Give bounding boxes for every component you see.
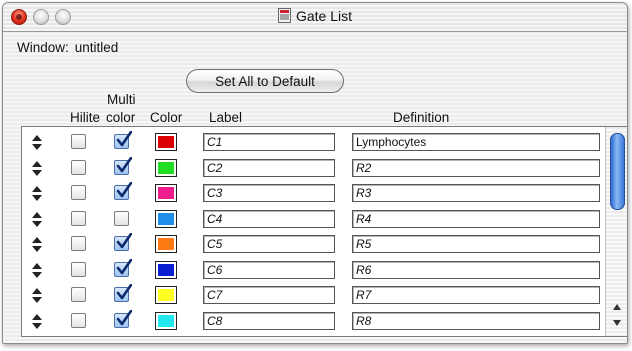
multicolor-checkbox[interactable] xyxy=(114,309,132,328)
label-field[interactable]: C1 xyxy=(203,133,335,151)
color-swatch[interactable] xyxy=(155,286,177,304)
hilite-checkbox[interactable] xyxy=(71,312,86,328)
color-swatch[interactable] xyxy=(155,209,177,228)
window-info-value: untitled xyxy=(74,40,119,55)
table-row: C3 R3 xyxy=(22,181,602,205)
definition-field[interactable]: R7 xyxy=(352,286,600,304)
definition-field[interactable]: Lymphocytes xyxy=(352,133,600,151)
scroll-down-arrow-icon[interactable] xyxy=(612,319,622,327)
hilite-checkbox[interactable] xyxy=(71,236,86,251)
header-color: Color xyxy=(150,110,183,125)
label-field[interactable]: C7 xyxy=(203,286,335,304)
checkmark-icon xyxy=(116,131,132,147)
window-title: Gate List xyxy=(295,8,353,24)
set-all-default-button[interactable]: Set All to Default xyxy=(186,69,344,93)
multicolor-checkbox[interactable] xyxy=(114,233,132,251)
multicolor-checkbox[interactable] xyxy=(114,258,132,277)
gate-table: C1 Lymphocytes C2 R2 C3 R3 C4 R4 C5 R5 C6 R6 C7 R7 C8 R… xyxy=(21,126,627,337)
hilite-checkbox[interactable] xyxy=(71,159,86,175)
checkmark-icon xyxy=(116,156,132,172)
header-label: Label xyxy=(209,110,243,125)
definition-field[interactable]: R2 xyxy=(352,158,600,177)
definition-field[interactable]: R4 xyxy=(352,209,600,228)
label-field[interactable]: C5 xyxy=(203,235,335,253)
label-field[interactable]: C2 xyxy=(203,158,335,177)
checkmark-icon xyxy=(116,309,132,325)
hilite-checkbox[interactable] xyxy=(71,261,86,277)
scroll-up-arrow-icon[interactable] xyxy=(612,303,622,311)
header-multi: Multi xyxy=(107,92,136,107)
gate-list-window: Gate List Window: untitled Set All to Def… xyxy=(2,2,628,344)
table-row: C6 R6 xyxy=(22,258,602,282)
up-down-arrow-icon[interactable] xyxy=(32,313,42,329)
multicolor-checkbox[interactable] xyxy=(114,182,132,200)
multicolor-checkbox[interactable] xyxy=(114,131,132,149)
table-row: C2 R2 xyxy=(22,156,602,180)
color-swatch[interactable] xyxy=(155,260,177,279)
header-hilite: Hilite xyxy=(70,110,101,125)
hilite-checkbox[interactable] xyxy=(71,134,86,149)
up-down-arrow-icon[interactable] xyxy=(32,186,42,201)
checkmark-icon xyxy=(116,233,132,249)
up-down-arrow-icon[interactable] xyxy=(32,211,42,227)
table-row: C7 R7 xyxy=(22,283,602,307)
label-field[interactable]: C4 xyxy=(203,209,335,228)
definition-field[interactable]: R8 xyxy=(352,311,600,330)
checkmark-icon xyxy=(116,182,132,198)
window-info-label: Window: xyxy=(17,40,69,55)
checkmark-icon xyxy=(116,258,132,274)
document-icon xyxy=(277,8,291,23)
title-bar[interactable]: Gate List xyxy=(3,3,627,32)
multicolor-checkbox[interactable] xyxy=(114,210,129,226)
color-swatch[interactable] xyxy=(155,311,177,330)
color-swatch[interactable] xyxy=(155,184,177,202)
color-swatch[interactable] xyxy=(155,133,177,151)
table-row: C8 R8 xyxy=(22,309,602,333)
up-down-arrow-icon[interactable] xyxy=(32,135,42,150)
table-row: C5 R5 xyxy=(22,232,602,256)
vertical-scrollbar[interactable] xyxy=(605,127,627,336)
label-field[interactable]: C8 xyxy=(203,311,335,330)
up-down-arrow-icon[interactable] xyxy=(32,160,42,176)
header-definition: Definition xyxy=(393,110,450,125)
checkmark-icon xyxy=(116,284,132,300)
color-swatch[interactable] xyxy=(155,158,177,177)
definition-field[interactable]: R6 xyxy=(352,260,600,279)
table-row: C1 Lymphocytes xyxy=(22,130,602,154)
definition-field[interactable]: R3 xyxy=(352,184,600,202)
label-field[interactable]: C6 xyxy=(203,260,335,279)
multicolor-checkbox[interactable] xyxy=(114,284,132,302)
up-down-arrow-icon[interactable] xyxy=(32,288,42,303)
scroll-thumb[interactable] xyxy=(610,133,625,210)
hilite-checkbox[interactable] xyxy=(71,185,86,200)
definition-field[interactable]: R5 xyxy=(352,235,600,253)
hilite-checkbox[interactable] xyxy=(71,210,86,226)
color-swatch[interactable] xyxy=(155,235,177,253)
hilite-checkbox[interactable] xyxy=(71,287,86,302)
window-title-group: Gate List xyxy=(3,8,627,24)
window-info: Window: untitled xyxy=(17,40,118,55)
multicolor-checkbox[interactable] xyxy=(114,156,132,175)
header-color-multi: color xyxy=(106,110,136,125)
label-field[interactable]: C3 xyxy=(203,184,335,202)
up-down-arrow-icon[interactable] xyxy=(32,237,42,252)
table-row: C4 R4 xyxy=(22,207,602,231)
up-down-arrow-icon[interactable] xyxy=(32,262,42,278)
